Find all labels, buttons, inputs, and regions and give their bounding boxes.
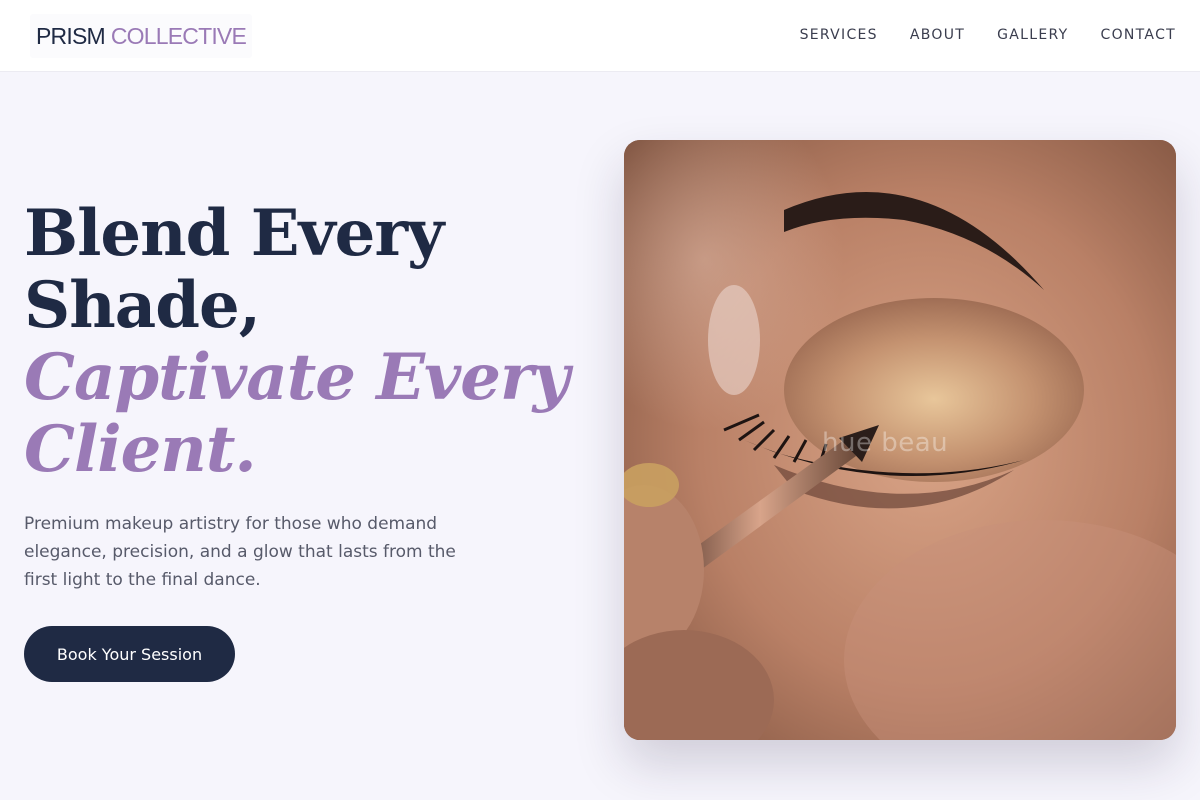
nav-link-services[interactable]: SERVICES [800,27,878,43]
site-header: PRISM COLLECTIVE SERVICES ABOUT GALLERY … [0,0,1200,72]
hero-subtitle: Premium makeup artistry for those who de… [24,514,456,590]
hero-title-line-2: Shade, [24,268,261,343]
main-nav: SERVICES ABOUT GALLERY CONTACT [800,0,1176,70]
brand-logo[interactable]: PRISM COLLECTIVE [30,14,252,58]
nav-link-contact[interactable]: CONTACT [1101,27,1177,43]
brand-logo-primary: PRISM [36,22,106,49]
nav-link-about[interactable]: ABOUT [910,27,965,43]
hero-title-accent-line-1: Captivate Every [24,340,570,415]
nav-link-gallery[interactable]: GALLERY [997,27,1068,43]
hero-title: Blend Every Shade, Captivate Every Clien… [24,198,584,486]
hero-title-line-1: Blend Every [24,196,444,271]
book-session-button[interactable]: Book Your Session [24,626,235,682]
brand-logo-accent: COLLECTIVE [110,22,247,49]
hero-image-eye-makeup: hue beau [624,140,1176,740]
image-watermark: hue beau [822,428,949,458]
hero-title-accent-line-2: Client. [24,412,257,487]
